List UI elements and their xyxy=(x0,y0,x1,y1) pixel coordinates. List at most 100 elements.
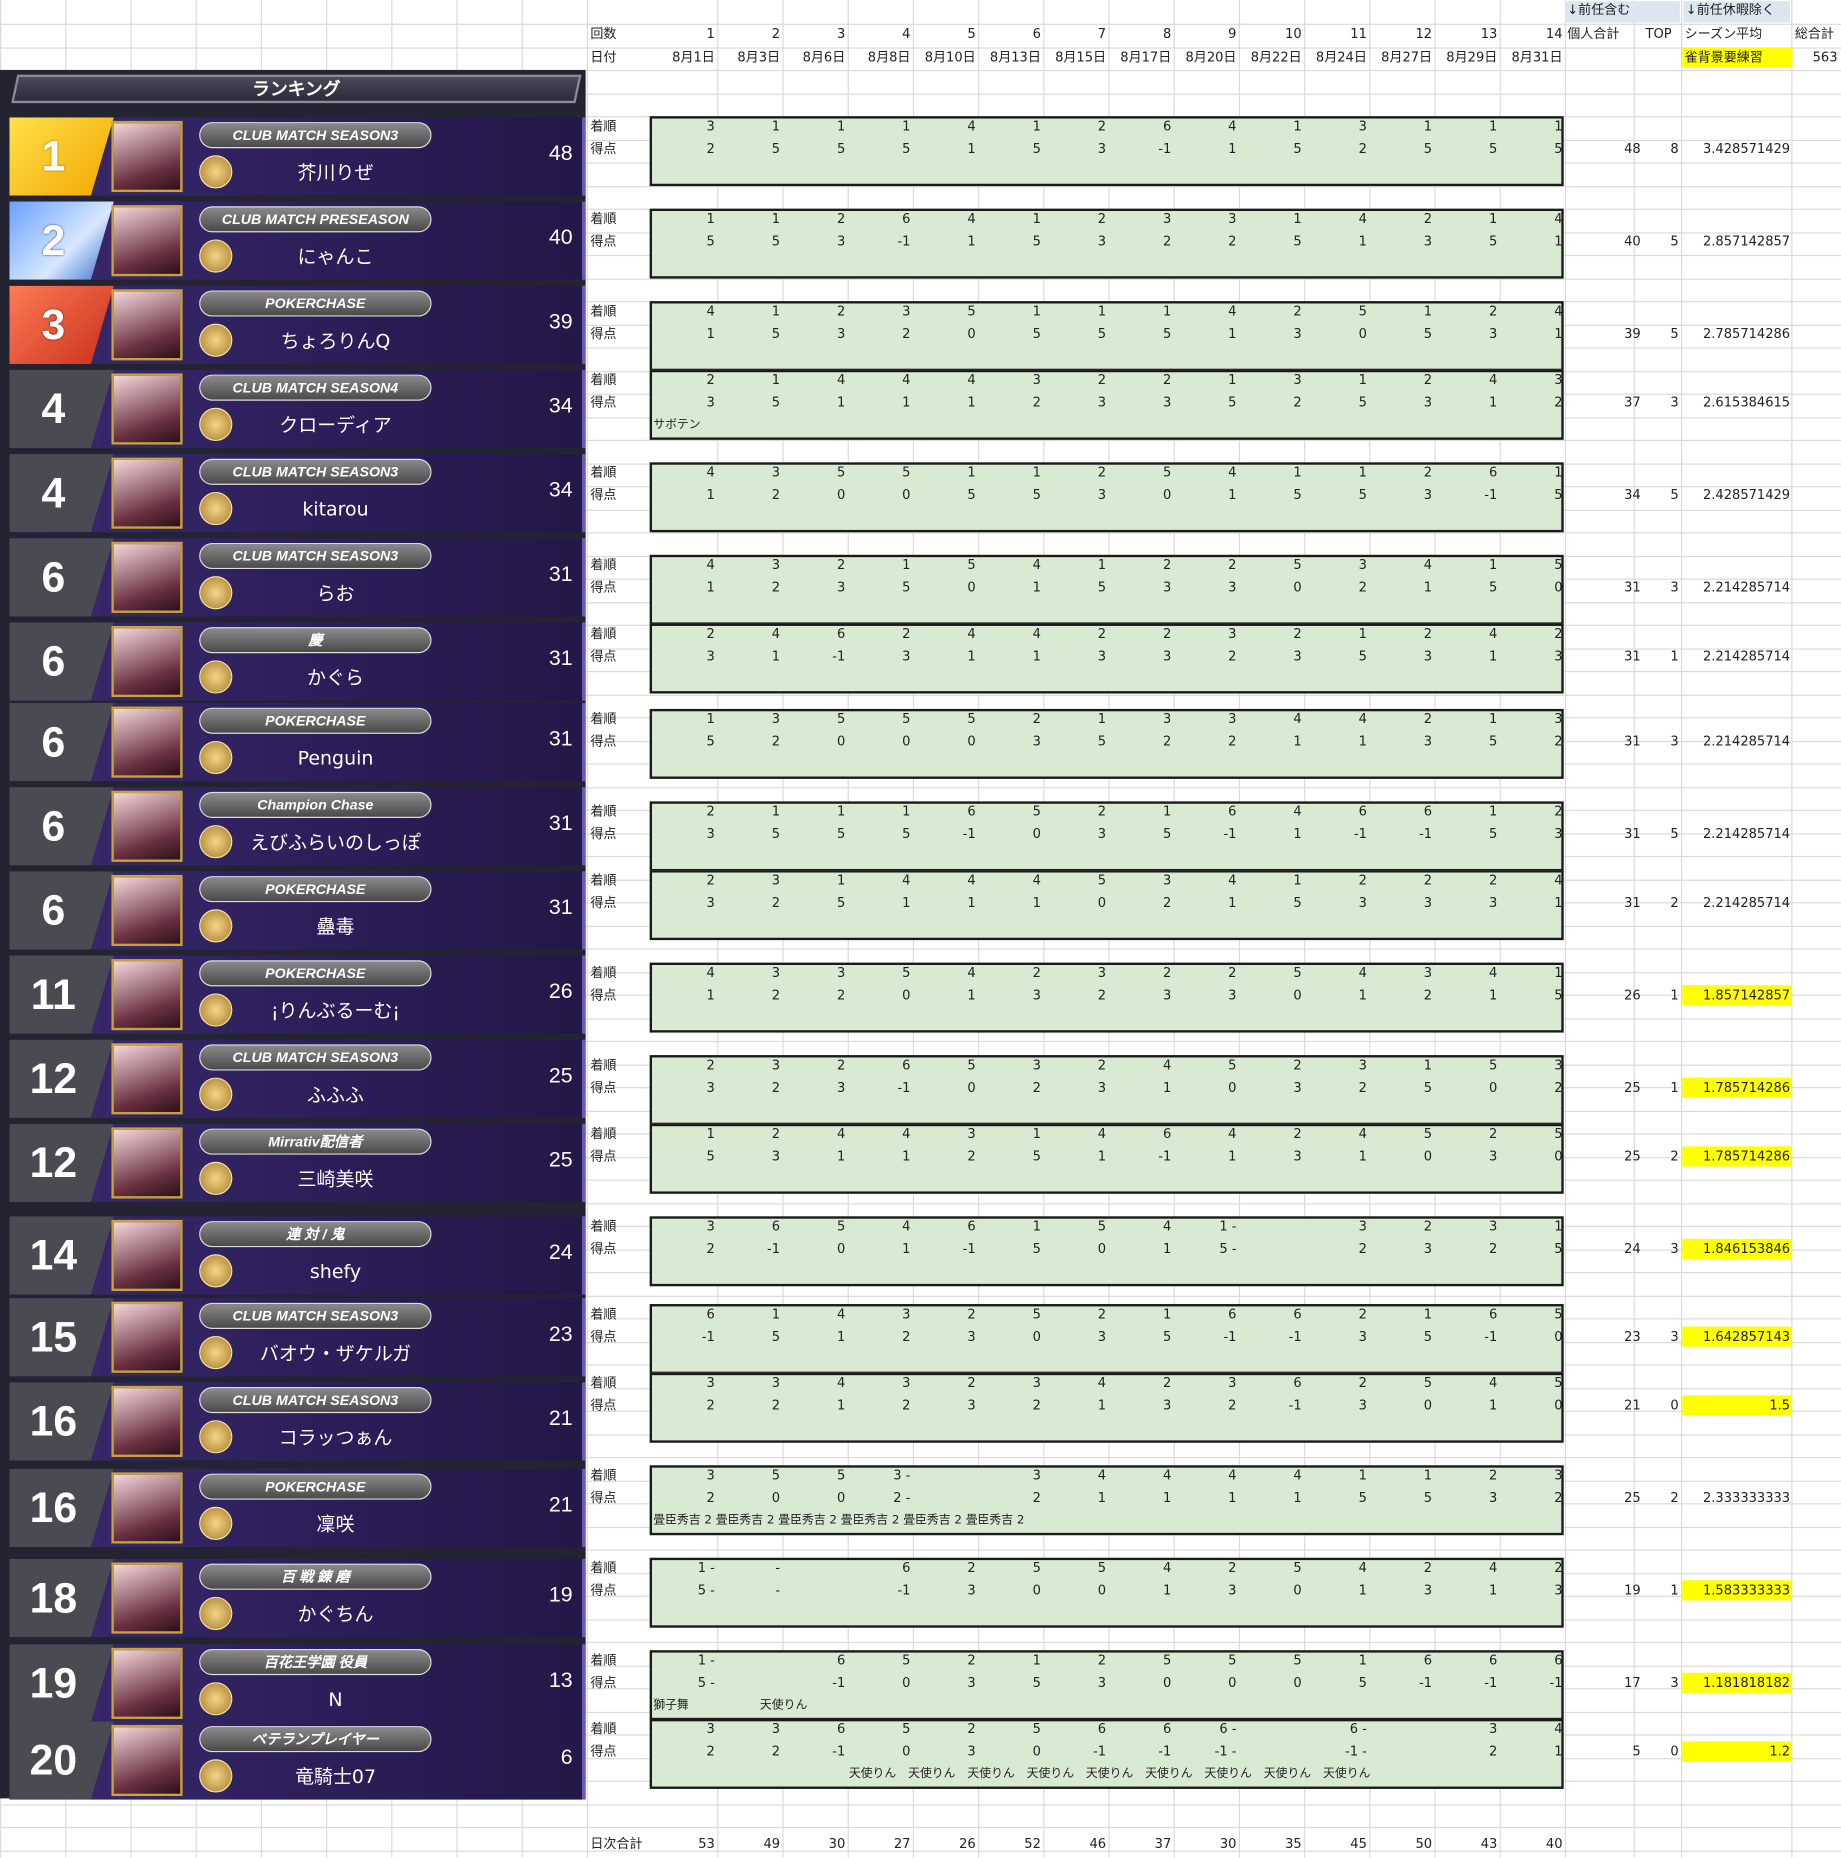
rank-cell: 2 xyxy=(967,1306,976,1322)
round-number: 5 xyxy=(967,26,976,42)
rank-row-label: 着順 xyxy=(590,872,617,888)
rank-cell: 4 xyxy=(1228,872,1237,888)
ranking-title: ランキング xyxy=(252,78,341,100)
player-card[interactable]: 3 POKERCHASE ちょろりんQ 39 xyxy=(9,285,586,364)
rank-cell: 2 xyxy=(1162,557,1172,573)
player-card[interactable]: 16 CLUB MATCH SEASON3 コラッつぁん 21 xyxy=(9,1382,586,1461)
date-cell: 8月31日 xyxy=(1511,49,1563,66)
score-cell: 0 xyxy=(902,1675,911,1691)
score-cell: 2 xyxy=(1162,233,1172,249)
medal-icon xyxy=(199,576,233,610)
rank-cell: 3 xyxy=(1032,1057,1041,1073)
score-cell: 1 xyxy=(1162,1490,1172,1506)
score-cell: 3 xyxy=(1162,579,1172,596)
score-cell: 3 xyxy=(706,895,715,911)
player-card[interactable]: 1 CLUB MATCH SEASON3 芥川りぜ 48 xyxy=(9,117,586,196)
season-avg-header: シーズン平均 xyxy=(1684,26,1763,42)
rank-cell: 4 xyxy=(1358,1560,1367,1576)
personal-total-cell: 21 xyxy=(1624,1397,1641,1414)
score-cell: 5 xyxy=(771,326,781,342)
title-badge: CLUB MATCH SEASON3 xyxy=(199,1044,432,1071)
score-cell: 5 - xyxy=(1219,1241,1237,1257)
player-card[interactable]: 11 POKERCHASE ¡りんぶるーむ¡ 26 xyxy=(9,955,586,1034)
rank-cell: 3 xyxy=(1358,557,1367,573)
medal-icon xyxy=(199,993,233,1027)
player-card[interactable]: 16 POKERCHASE 凜咲 21 xyxy=(9,1468,586,1548)
player-card[interactable]: 4 CLUB MATCH SEASON3 kitarou 34 xyxy=(9,454,586,533)
player-card[interactable]: 6 CLUB MATCH SEASON3 らお 31 xyxy=(9,538,586,617)
score-cell: -1 xyxy=(832,1675,846,1691)
rank-cell: 3 xyxy=(1554,372,1563,388)
rank-cell: 3 xyxy=(1554,1467,1563,1484)
score-cell: -1 xyxy=(1419,1675,1433,1691)
score-cell: 1 xyxy=(1097,1490,1107,1506)
player-card[interactable]: 15 CLUB MATCH SEASON3 バオウ・ザケルガ 23 xyxy=(9,1298,586,1377)
score-row-label: 得点 xyxy=(590,1079,617,1096)
score-cell: 5 xyxy=(967,487,976,503)
player-card[interactable]: 6 Champion Chase えびふらいのしっぽ 31 xyxy=(9,787,586,866)
score-cell: 1 xyxy=(1488,1582,1498,1599)
rank-cell: 6 xyxy=(967,803,976,820)
rank-cell: 2 xyxy=(836,211,846,227)
score-cell: 3 xyxy=(1554,1582,1563,1599)
player-card[interactable]: 12 CLUB MATCH SEASON3 ふふふ 25 xyxy=(9,1039,586,1118)
top-count-cell: 1 xyxy=(1670,1582,1679,1599)
title-badge: 百花王学園 役員 xyxy=(199,1649,432,1676)
player-card[interactable]: 20 ベテランプレイヤー 竜騎士07 6 xyxy=(9,1721,586,1800)
rank-cell: 1 xyxy=(1358,1652,1367,1668)
score-cell: 1 xyxy=(1554,233,1563,249)
score-cell: 3 xyxy=(1097,826,1107,842)
rank-cell: 4 xyxy=(1162,1560,1172,1576)
player-card[interactable]: 14 連 対 / 鬼 shefy 24 xyxy=(9,1216,586,1295)
season-avg-cell: 2.333333333 xyxy=(1702,1490,1791,1506)
score-cell: -1 xyxy=(832,648,846,664)
rank-cell: 3 - xyxy=(893,1467,911,1484)
player-card[interactable]: 6 慶かぐら 31 xyxy=(9,622,586,701)
player-points: 31 xyxy=(548,561,573,586)
top-count-cell: 5 xyxy=(1670,826,1679,842)
avatar xyxy=(111,541,183,613)
rank-cell: 5 xyxy=(1554,1126,1563,1142)
rank-cell: 2 xyxy=(1423,1560,1433,1576)
score-cell: 5 xyxy=(1228,394,1237,411)
score-cell: 5 xyxy=(1554,141,1563,157)
season-avg-cell: 2.214285714 xyxy=(1702,648,1791,664)
rank-row-label: 着順 xyxy=(590,1721,617,1737)
score-cell: 5 xyxy=(1162,826,1172,842)
player-card[interactable]: 6 POKERCHASE 蠱毒 31 xyxy=(9,871,586,950)
season-avg-cell: 1.583333333 xyxy=(1702,1582,1791,1599)
score-cell: 1 xyxy=(1358,733,1367,750)
rank-cell: 4 xyxy=(1162,1218,1172,1235)
score-cell: 1 xyxy=(1228,1490,1237,1506)
player-card[interactable]: 6 POKERCHASE Penguin 31 xyxy=(9,703,586,782)
player-card[interactable]: 19 百花王学園 役員 N 13 xyxy=(9,1644,586,1723)
rank-cell: 1 xyxy=(771,372,781,388)
score-cell: 1 xyxy=(967,987,976,1003)
score-cell: -1 xyxy=(832,1743,846,1760)
rank-cell: 2 xyxy=(1228,1560,1237,1576)
daily-total-label: 日次合計 xyxy=(590,1836,643,1852)
score-cell: 5 xyxy=(1293,141,1302,157)
rank-cell: 3 xyxy=(1423,964,1433,981)
rank-cell: 1 xyxy=(1293,464,1302,481)
score-cell: 3 xyxy=(1097,394,1107,411)
score-cell: 0 xyxy=(902,1743,911,1760)
score-cell: -1 xyxy=(701,1328,715,1345)
player-points: 24 xyxy=(548,1240,573,1264)
avatar xyxy=(111,625,183,698)
date-cell: 8月24日 xyxy=(1315,49,1367,66)
player-card[interactable]: 18 百 戦 錬 磨かぐちん 19 xyxy=(9,1558,586,1638)
player-card[interactable]: 12 Mirrativ配信者 三崎美咲 25 xyxy=(9,1123,586,1203)
score-cell: 5 xyxy=(1554,987,1563,1003)
player-card[interactable]: 4 CLUB MATCH SEASON4 クローディア 34 xyxy=(9,369,586,449)
score-cell: 2 xyxy=(1358,141,1367,157)
score-cell: 2 xyxy=(1423,987,1433,1003)
score-cell: -1 xyxy=(962,826,976,842)
rank-cell: 1 xyxy=(1162,303,1172,319)
round-number: 9 xyxy=(1228,26,1237,42)
rank-cell: 2 xyxy=(902,625,911,642)
score-cell: 1 xyxy=(1097,1148,1107,1165)
score-cell: 2 xyxy=(836,987,846,1003)
rank-cell: 4 xyxy=(836,1306,846,1322)
player-card[interactable]: 2 CLUB MATCH PRESEASON にゃんこ 40 xyxy=(9,201,586,280)
